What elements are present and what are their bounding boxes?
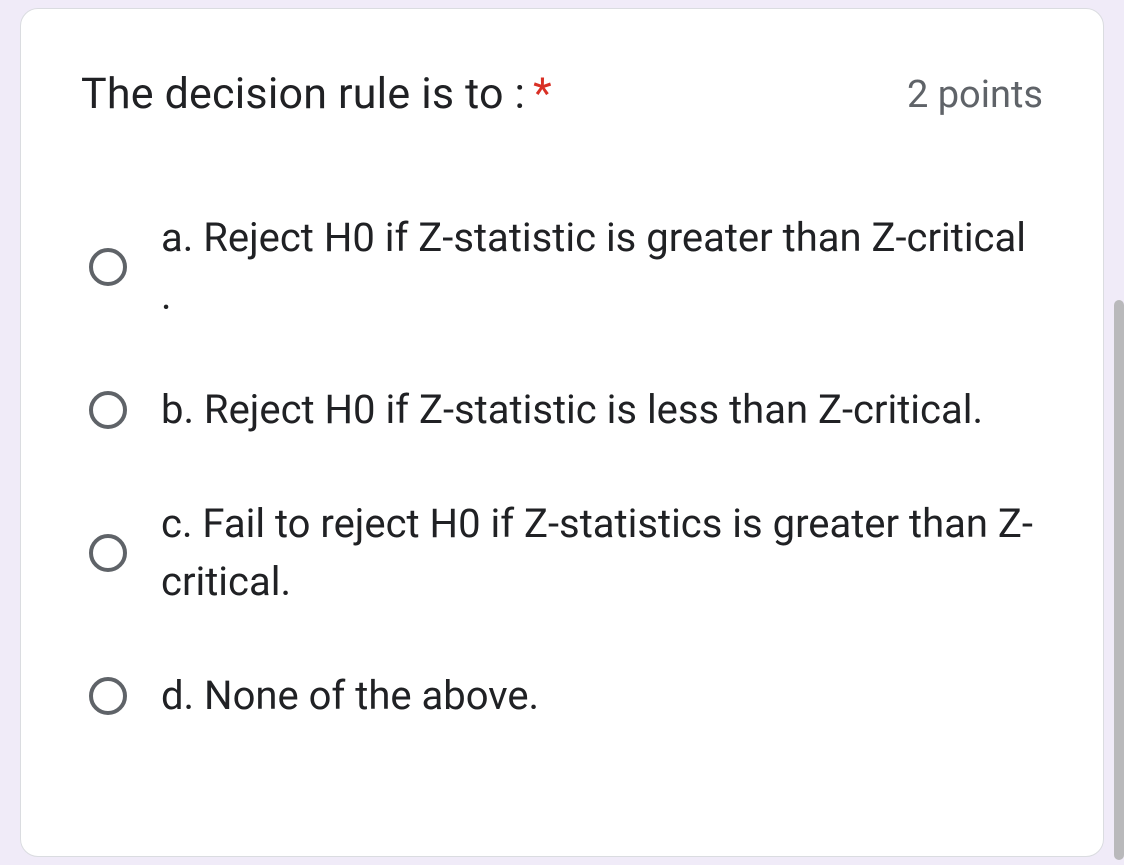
option-label: c. Fail to reject H0 if Z-statistics is … — [161, 495, 1043, 611]
question-title-wrap: The decision rule is to : * — [81, 69, 552, 119]
options-list: a. Reject H0 if Z-statistic is greater t… — [81, 209, 1043, 725]
option-a[interactable]: a. Reject H0 if Z-statistic is greater t… — [81, 209, 1043, 325]
option-c[interactable]: c. Fail to reject H0 if Z-statistics is … — [81, 495, 1043, 611]
question-header: The decision rule is to : * 2 points — [81, 69, 1043, 119]
option-label: a. Reject H0 if Z-statistic is greater t… — [161, 209, 1043, 325]
scrollbar-thumb[interactable] — [1114, 300, 1124, 860]
option-b[interactable]: b. Reject H0 if Z-statistic is less than… — [81, 381, 1043, 439]
radio-icon[interactable] — [89, 248, 127, 286]
option-label: b. Reject H0 if Z-statistic is less than… — [161, 381, 983, 439]
page-wrap: The decision rule is to : * 2 points a. … — [0, 0, 1124, 865]
required-star-icon: * — [533, 69, 552, 119]
question-card: The decision rule is to : * 2 points a. … — [20, 8, 1104, 857]
question-title: The decision rule is to : — [81, 69, 525, 119]
option-d[interactable]: d. None of the above. — [81, 667, 1043, 725]
radio-icon[interactable] — [89, 391, 127, 429]
option-label: d. None of the above. — [161, 667, 539, 725]
radio-icon[interactable] — [89, 534, 127, 572]
question-points: 2 points — [907, 69, 1043, 117]
radio-icon[interactable] — [89, 677, 127, 715]
